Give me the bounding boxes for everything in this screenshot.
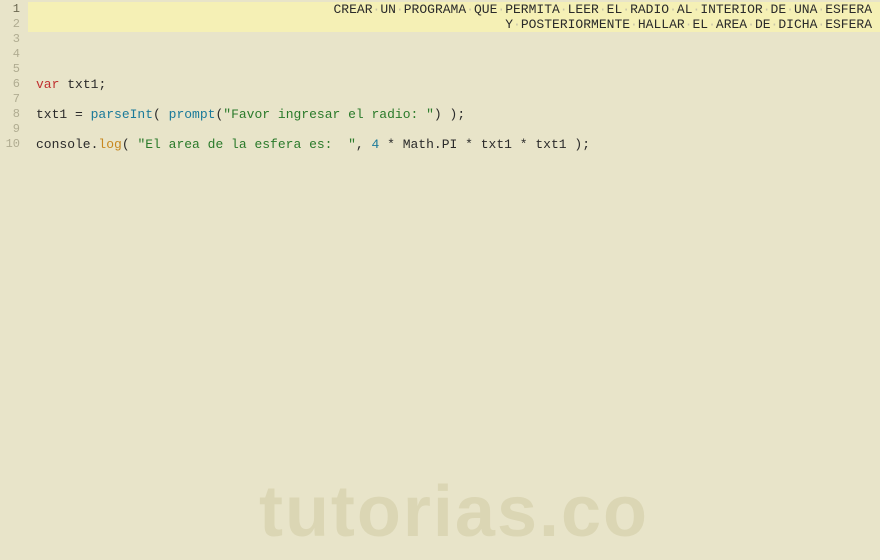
line-number: 9 (4, 122, 20, 137)
operator-mul: * (379, 137, 402, 152)
watermark-text: tutorias.co (259, 505, 649, 520)
line-number: 6 (4, 77, 20, 92)
builtin-parseInt: parseInt (91, 107, 153, 122)
comment-text: CREAR·UN·PROGRAMA·QUE·PERMITA·LEER·EL·RA… (333, 2, 872, 17)
object-console: console (36, 137, 91, 152)
code-line-6[interactable]: var txt1; (28, 77, 880, 92)
method-log: log (98, 137, 121, 152)
identifier: txt1 (36, 107, 67, 122)
paren-open: ( (122, 137, 138, 152)
paren-close: ) (434, 107, 442, 122)
code-line-10[interactable]: console. log( "El area de la esfera es: "… (28, 137, 880, 152)
code-line-1[interactable]: CREAR·UN·PROGRAMA·QUE·PERMITA·LEER·EL·RA… (28, 2, 880, 17)
code-line-7[interactable] (28, 92, 880, 107)
operator-mul: * (457, 137, 480, 152)
line-number: 7 (4, 92, 20, 107)
code-line-8[interactable]: txt1 = parseInt( prompt("Favor ingresar … (28, 107, 880, 122)
code-line-4[interactable] (28, 47, 880, 62)
paren-open: ( (153, 107, 169, 122)
comment-text: Y·POSTERIORMENTE·HALLAR·EL·AREA·DE·DICHA… (505, 17, 872, 32)
code-line-9[interactable] (28, 122, 880, 137)
line-number-gutter: 1 2 3 4 5 6 7 8 9 10 (0, 0, 28, 560)
line-number: 1 (4, 2, 20, 17)
dot-operator: . (434, 137, 442, 152)
comma: , (356, 137, 372, 152)
identifier: txt1 (481, 137, 512, 152)
line-number: 2 (4, 17, 20, 32)
code-line-3[interactable] (28, 32, 880, 47)
function-prompt: prompt (169, 107, 216, 122)
code-editor[interactable]: 1 2 3 4 5 6 7 8 9 10 CREAR·UN·PROGRAMA·Q… (0, 0, 880, 560)
code-line-2[interactable]: Y·POSTERIORMENTE·HALLAR·EL·AREA·DE·DICHA… (28, 17, 880, 32)
string-literal: "El area de la esfera es: " (137, 137, 355, 152)
code-line-5[interactable] (28, 62, 880, 77)
identifier: txt1 (535, 137, 566, 152)
string-literal: "Favor ingresar el radio: " (223, 107, 434, 122)
operator-assign: = (67, 107, 90, 122)
operator-mul: * (512, 137, 535, 152)
paren-close-semi: ); (567, 137, 590, 152)
line-number: 10 (4, 137, 20, 152)
keyword-var: var (36, 77, 59, 92)
line-number: 5 (4, 62, 20, 77)
object-math: Math (403, 137, 434, 152)
paren-close-semi: ); (442, 107, 465, 122)
line-number: 4 (4, 47, 20, 62)
property-pi: PI (442, 137, 458, 152)
line-number: 8 (4, 107, 20, 122)
line-number: 3 (4, 32, 20, 47)
code-content-area[interactable]: CREAR·UN·PROGRAMA·QUE·PERMITA·LEER·EL·RA… (28, 0, 880, 560)
semicolon: ; (98, 77, 106, 92)
identifier: txt1 (67, 77, 98, 92)
